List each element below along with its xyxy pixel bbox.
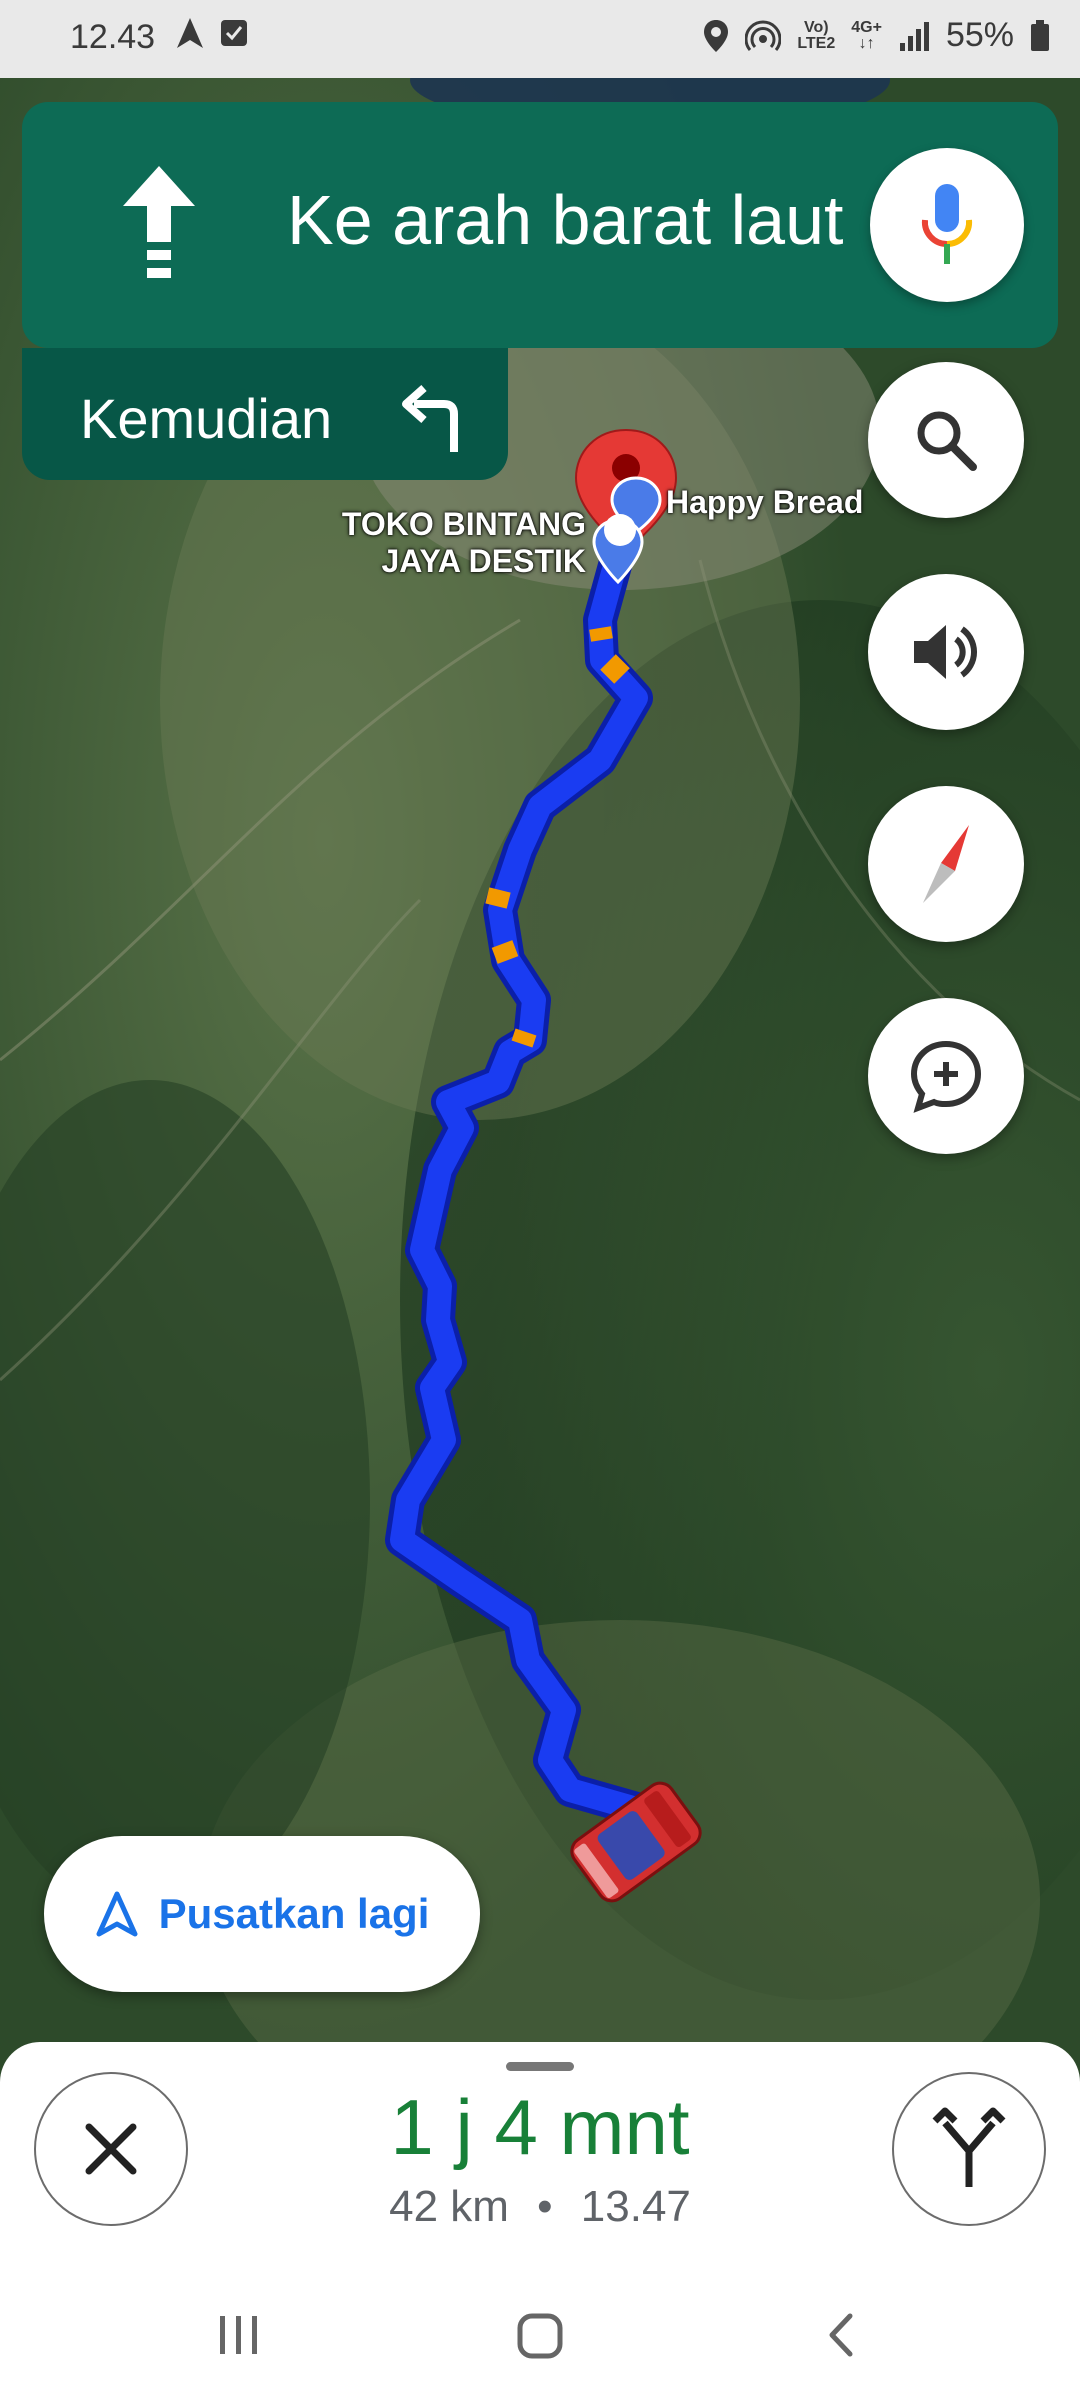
search-button[interactable] [868, 362, 1024, 518]
navigation-arrow-icon [96, 1891, 138, 1937]
next-maneuver-banner[interactable]: Kemudian [22, 348, 508, 480]
checkbox-status-icon [221, 20, 247, 46]
battery-icon [1031, 19, 1049, 51]
arrow-up-icon [123, 166, 195, 278]
add-report-icon [910, 1040, 982, 1113]
direction-instruction: Ke arah barat laut [287, 181, 844, 259]
data-type-indicator: 4G+ ↓↑ [851, 18, 882, 52]
trip-distance: 42 km [389, 2182, 509, 2231]
signal-icon [899, 21, 929, 51]
volume-button[interactable] [868, 574, 1024, 730]
volte-indicator: Vo) LTE2 [797, 18, 836, 52]
search-icon [917, 411, 977, 471]
recenter-button[interactable]: Pusatkan lagi [44, 1836, 480, 1992]
volume-icon [914, 625, 977, 679]
trip-separator: • [537, 2182, 553, 2231]
back-icon[interactable] [818, 2310, 868, 2360]
status-bar: 12.43 Vo) LTE2 4G+ ↓↑ 55% [0, 0, 1080, 78]
recent-apps-icon[interactable] [214, 2310, 264, 2360]
hotspot-status-icon [745, 20, 782, 51]
navigation-status-icon [177, 18, 203, 48]
turn-left-icon [402, 385, 458, 452]
place-label-toko-bintang[interactable]: TOKO BINTANG JAYA DESTIK [300, 506, 586, 580]
place-label-happy-bread[interactable]: Happy Bread [666, 484, 863, 521]
sheet-handle[interactable] [506, 2062, 574, 2071]
then-label: Kemudian [80, 387, 333, 450]
compass-button[interactable] [868, 786, 1024, 942]
compass-icon [923, 825, 969, 903]
direction-banner[interactable]: Ke arah barat laut [22, 102, 1058, 348]
arrival-time: 13.47 [580, 2182, 691, 2231]
status-time: 12.43 [70, 18, 156, 56]
place-label-line2: JAYA DESTIK [381, 543, 586, 579]
add-report-button[interactable] [868, 998, 1024, 1154]
alt-routes-icon [932, 2107, 1006, 2187]
voice-search-button[interactable] [870, 148, 1024, 302]
battery-percent: 55% [945, 16, 1014, 54]
home-icon[interactable] [514, 2310, 566, 2362]
location-status-icon [704, 19, 729, 52]
alternate-routes-button[interactable] [892, 2072, 1046, 2226]
mic-icon [921, 184, 973, 264]
system-nav-bar [0, 2260, 1080, 2400]
recenter-label: Pusatkan lagi [158, 1890, 430, 1937]
place-label-line1: TOKO BINTANG [341, 506, 586, 542]
